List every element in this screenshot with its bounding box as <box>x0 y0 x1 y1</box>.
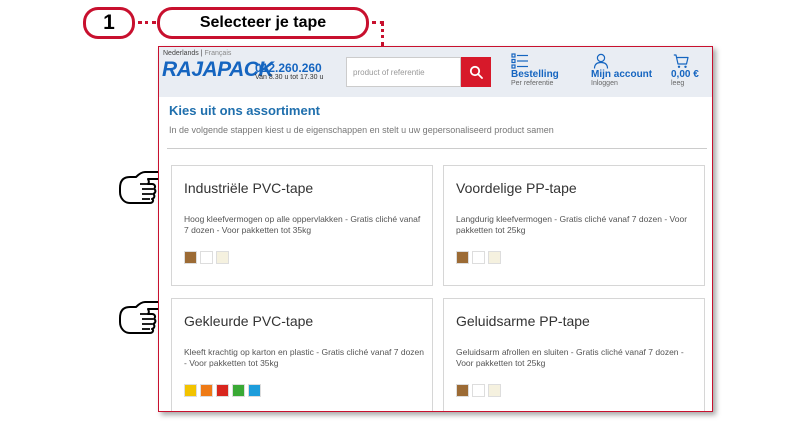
color-swatches <box>184 251 229 264</box>
color-swatch[interactable] <box>216 251 229 264</box>
nav-account-label: Mijn account <box>591 69 653 80</box>
color-swatch[interactable] <box>456 384 469 397</box>
dotted-connector <box>381 22 384 46</box>
site-header: Nederlands | Français RAJAPACK 012.260.2… <box>159 47 712 97</box>
language-alt[interactable]: Français <box>205 50 232 57</box>
product-description: Langdurig kleefvermogen - Gratis cliché … <box>456 214 688 235</box>
list-icon <box>511 53 528 69</box>
dotted-connector <box>138 21 156 24</box>
user-icon <box>593 53 609 69</box>
product-card-industriele-pvc[interactable]: Industriële PVC-tape Hoog kleefvermogen … <box>171 165 433 286</box>
product-card-voordelige-pp[interactable]: Voordelige PP-tape Langdurig kleefvermog… <box>443 165 705 286</box>
color-swatch[interactable] <box>184 384 197 397</box>
phone-number: 012.260.260 <box>255 61 322 75</box>
product-title: Gekleurde PVC-tape <box>184 313 314 329</box>
search-icon <box>469 65 483 79</box>
color-swatch[interactable] <box>248 384 261 397</box>
language-current[interactable]: Nederlands <box>163 50 199 57</box>
product-description: Geluidsarm afrollen en sluiten - Gratis … <box>456 347 684 368</box>
color-swatch[interactable] <box>488 384 501 397</box>
color-swatch[interactable] <box>488 251 501 264</box>
opening-hours: Van 8.30 u tot 17.30 u <box>255 74 324 81</box>
nav-order[interactable]: Bestelling Per referentie <box>511 53 559 87</box>
divider <box>167 148 707 149</box>
cart-status: leeg <box>671 80 685 87</box>
product-card-gekleurde-pvc[interactable]: Gekleurde PVC-tape Kleeft krachtig op ka… <box>171 298 433 411</box>
nav-order-label: Bestelling <box>511 69 559 80</box>
color-swatches <box>456 384 501 397</box>
color-swatch[interactable] <box>456 251 469 264</box>
nav-cart[interactable]: 0,00 € leeg <box>671 53 699 87</box>
color-swatch[interactable] <box>200 251 213 264</box>
nav-account[interactable]: Mijn account Inloggen <box>591 53 652 87</box>
language-switcher: Nederlands | Français <box>163 50 231 57</box>
color-swatch[interactable] <box>472 251 485 264</box>
product-title: Industriële PVC-tape <box>184 180 314 196</box>
cart-total: 0,00 € <box>671 69 699 80</box>
color-swatches <box>456 251 501 264</box>
search-input[interactable] <box>346 57 461 87</box>
color-swatch[interactable] <box>472 384 485 397</box>
color-swatch[interactable] <box>232 384 245 397</box>
product-title: Geluidsarme PP-tape <box>456 313 590 329</box>
step-number-badge: 1 <box>84 8 134 38</box>
page-title: Kies uit ons assortiment <box>169 103 320 118</box>
page-subtitle: In de volgende stappen kiest u de eigens… <box>169 125 554 135</box>
product-title: Voordelige PP-tape <box>456 180 577 196</box>
nav-order-sub: Per referentie <box>511 80 554 87</box>
nav-account-sub: Inloggen <box>591 80 618 87</box>
color-swatch[interactable] <box>200 384 213 397</box>
cart-icon <box>673 54 689 68</box>
product-description: Kleeft krachtig op karton en plastic - G… <box>184 347 425 368</box>
color-swatch[interactable] <box>216 384 229 397</box>
step-title-badge: Selecteer je tape <box>158 8 368 38</box>
product-description: Hoog kleefvermogen op alle oppervlakken … <box>184 214 421 235</box>
product-card-geluidsarme-pp[interactable]: Geluidsarme PP-tape Geluidsarm afrollen … <box>443 298 705 411</box>
color-swatch[interactable] <box>184 251 197 264</box>
screenshot-frame: Nederlands | Français RAJAPACK 012.260.2… <box>158 46 713 412</box>
color-swatches <box>184 384 261 397</box>
search-button[interactable] <box>461 57 491 87</box>
